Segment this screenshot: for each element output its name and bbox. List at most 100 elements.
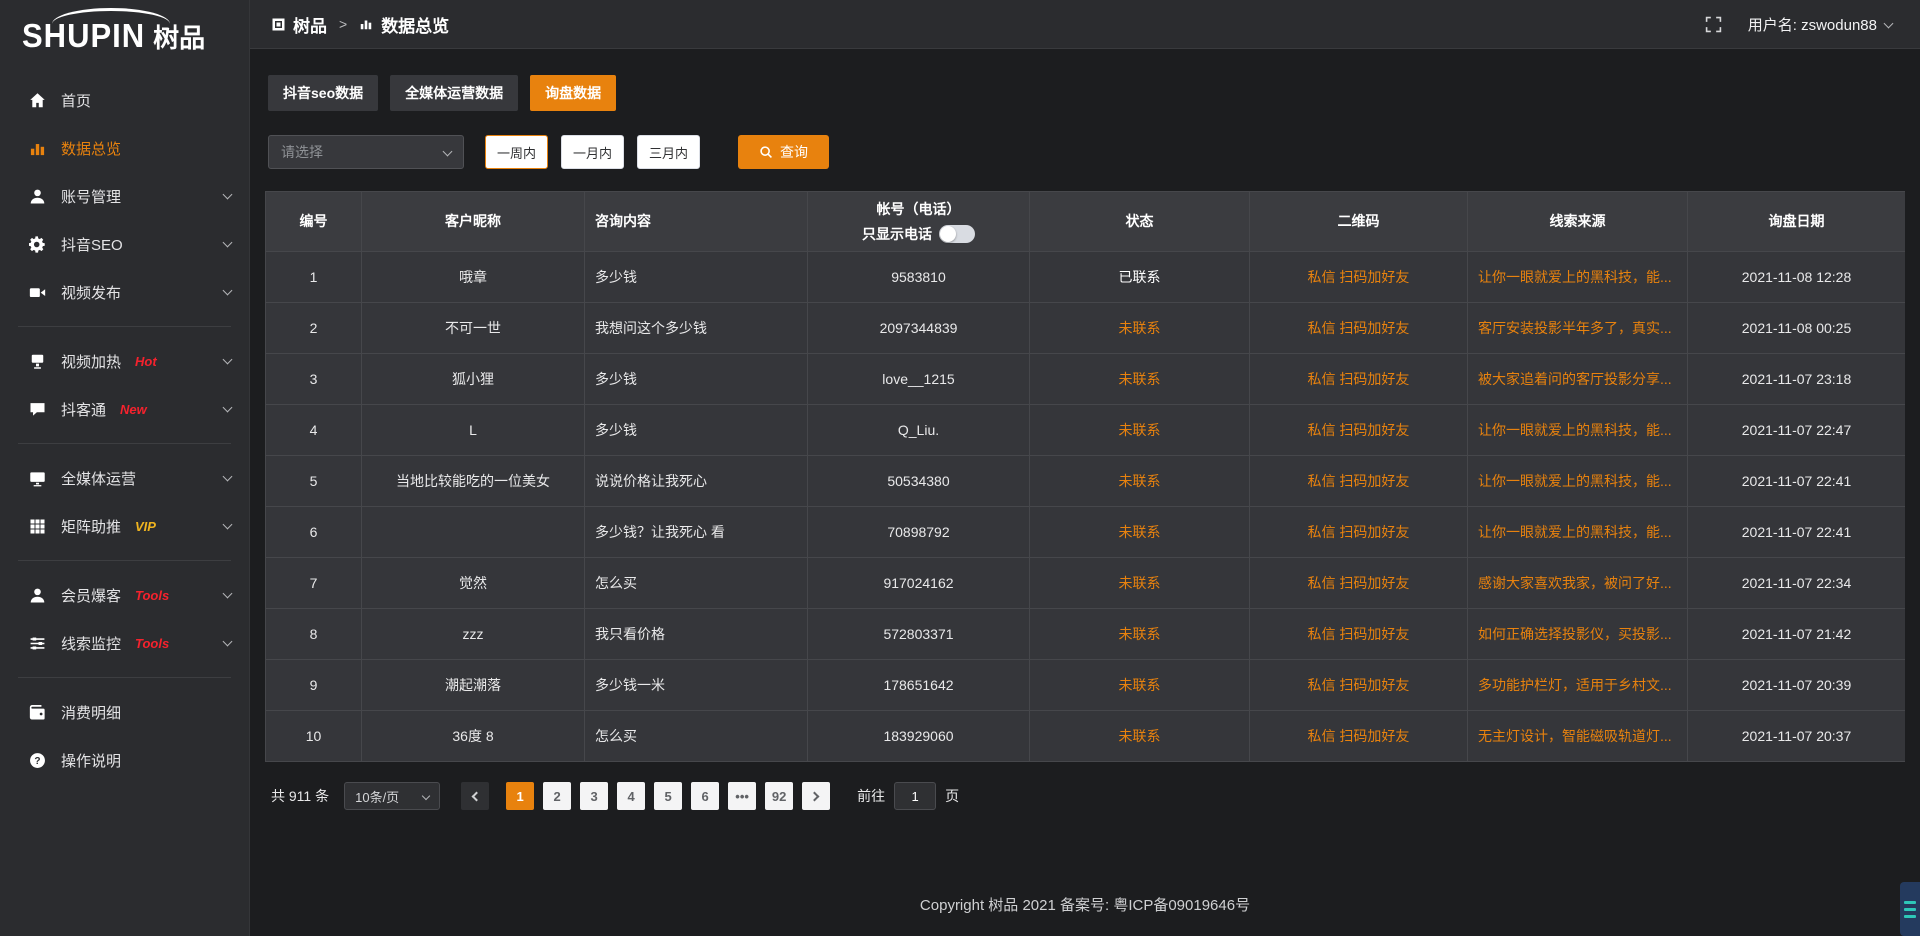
row-id-cell: 8 [266,609,362,660]
qrcode-links[interactable]: 私信 扫码加好友 [1250,303,1468,354]
page-button[interactable]: 92 [765,782,793,810]
sidebar-divider [18,326,231,327]
sidebar-item[interactable]: 视频发布 [0,268,249,316]
period-button[interactable]: 三月内 [637,135,700,169]
row-id-cell: 2 [266,303,362,354]
sidebar-item-label: 全媒体运营 [61,468,136,489]
sidebar-item[interactable]: 抖音SEO [0,220,249,268]
prev-page-button[interactable] [461,782,489,810]
sidebar-divider [18,443,231,444]
page-button[interactable]: 5 [654,782,682,810]
sidebar-item[interactable]: 消费明细 [0,688,249,736]
qrcode-links[interactable]: 私信 扫码加好友 [1250,252,1468,303]
floating-widget[interactable] [1900,882,1920,936]
chevron-down-icon [223,355,233,365]
qrcode-links[interactable]: 私信 扫码加好友 [1250,405,1468,456]
table-row: 6多少钱？让我死心 看70898792未联系私信 扫码加好友让你一眼就爱上的黑科… [266,507,1904,558]
chevron-right-icon [810,791,820,801]
qrcode-links[interactable]: 私信 扫码加好友 [1250,558,1468,609]
help-icon: ? [28,751,46,769]
source-link[interactable]: 让你一眼就爱上的黑科技，能... [1468,507,1688,558]
breadcrumb-separator: > [335,16,351,32]
sidebar-item[interactable]: 矩阵助推VIP [0,502,249,550]
sidebar-item[interactable]: 抖客通New [0,385,249,433]
sidebar-item[interactable]: 账号管理 [0,172,249,220]
column-header-label: 帐号（电话） [877,199,961,219]
content-cell: 多少钱一米 [585,660,808,711]
page-button[interactable]: 3 [580,782,608,810]
more-pages-button[interactable]: ••• [728,782,756,810]
row-id-cell: 7 [266,558,362,609]
source-link[interactable]: 感谢大家喜欢我家，被问了好... [1468,558,1688,609]
sidebar-item[interactable]: 会员爆客Tools [0,571,249,619]
row-id-cell: 6 [266,507,362,558]
sidebar-item[interactable]: 视频加热Hot [0,337,249,385]
page-button[interactable]: 6 [691,782,719,810]
status-cell: 未联系 [1030,405,1250,456]
table-row: 8zzz我只看价格572803371未联系私信 扫码加好友如何正确选择投影仪，买… [266,609,1904,660]
column-header: 咨询内容 [585,192,808,252]
chevron-down-icon [223,520,233,530]
source-link[interactable]: 如何正确选择投影仪，买投影... [1468,609,1688,660]
sidebar-item-label: 视频加热 [61,351,121,372]
goto-page-input[interactable] [894,782,936,810]
chevron-down-icon [223,286,233,296]
sliders-icon [28,634,46,652]
user-label: 用户名: zswodun88 [1748,14,1877,35]
breadcrumb-current: 数据总览 [381,12,449,37]
next-page-button[interactable] [802,782,830,810]
sidebar-item[interactable]: ?操作说明 [0,736,249,784]
source-link[interactable]: 让你一眼就爱上的黑科技，能... [1468,405,1688,456]
breadcrumb-root[interactable]: 树品 [293,12,327,37]
page-size-select[interactable]: 10条/页 [344,782,440,810]
qrcode-links[interactable]: 私信 扫码加好友 [1250,354,1468,405]
period-button[interactable]: 一月内 [561,135,624,169]
source-link[interactable]: 客厅安装投影半年多了，真实... [1468,303,1688,354]
qrcode-links[interactable]: 私信 扫码加好友 [1250,660,1468,711]
source-link[interactable]: 无主灯设计，智能磁吸轨道灯... [1468,711,1688,762]
search-icon [759,145,773,159]
query-button[interactable]: 查询 [738,135,829,169]
heat-monitor-icon [28,352,46,370]
source-link[interactable]: 让你一眼就爱上的黑科技，能... [1468,252,1688,303]
qrcode-links[interactable]: 私信 扫码加好友 [1250,609,1468,660]
query-button-label: 查询 [780,142,808,162]
page-button[interactable]: 2 [543,782,571,810]
sidebar-item-label: 消费明细 [61,702,121,723]
sidebar-item[interactable]: 首页 [0,76,249,124]
qrcode-links[interactable]: 私信 扫码加好友 [1250,507,1468,558]
app-logo[interactable]: SHUPIN 树品 [0,0,249,62]
svg-text:?: ? [34,756,40,767]
phone-only-toggle[interactable] [939,225,975,243]
period-button[interactable]: 一周内 [485,135,548,169]
gear-icon [28,235,46,253]
user-menu[interactable]: 用户名: zswodun88 [1748,14,1892,35]
source-link[interactable]: 让你一眼就爱上的黑科技，能... [1468,456,1688,507]
tab-抖音seo数据[interactable]: 抖音seo数据 [268,75,378,111]
account-cell: 50534380 [808,456,1030,507]
qrcode-links[interactable]: 私信 扫码加好友 [1250,711,1468,762]
source-link[interactable]: 被大家追着问的客厅投影分享... [1468,354,1688,405]
qrcode-links[interactable]: 私信 扫码加好友 [1250,456,1468,507]
sidebar-item-label: 抖音SEO [61,234,123,255]
fullscreen-icon[interactable] [1705,16,1722,33]
table-row: 7觉然怎么买917024162未联系私信 扫码加好友感谢大家喜欢我家，被问了好.… [266,558,1904,609]
page-button[interactable]: 4 [617,782,645,810]
sidebar-item[interactable]: 全媒体运营 [0,454,249,502]
tab-询盘数据[interactable]: 询盘数据 [530,75,616,111]
sidebar-item[interactable]: 数据总览 [0,124,249,172]
filter-select[interactable]: 请选择 [268,135,464,169]
chevron-down-icon [223,637,233,647]
sidebar-item[interactable]: 线索监控Tools [0,619,249,667]
page-button[interactable]: 1 [506,782,534,810]
source-link[interactable]: 多功能护栏灯，适用于乡村文... [1468,660,1688,711]
row-id-cell: 10 [266,711,362,762]
account-cell: 2097344839 [808,303,1030,354]
status-cell: 未联系 [1030,303,1250,354]
date-cell: 2021-11-07 20:37 [1688,711,1905,762]
tab-全媒体运营数据[interactable]: 全媒体运营数据 [390,75,518,111]
content-cell: 多少钱 [585,405,808,456]
period-buttons: 一周内一月内三月内 [485,135,700,169]
home-icon [28,91,46,109]
status-cell: 未联系 [1030,660,1250,711]
